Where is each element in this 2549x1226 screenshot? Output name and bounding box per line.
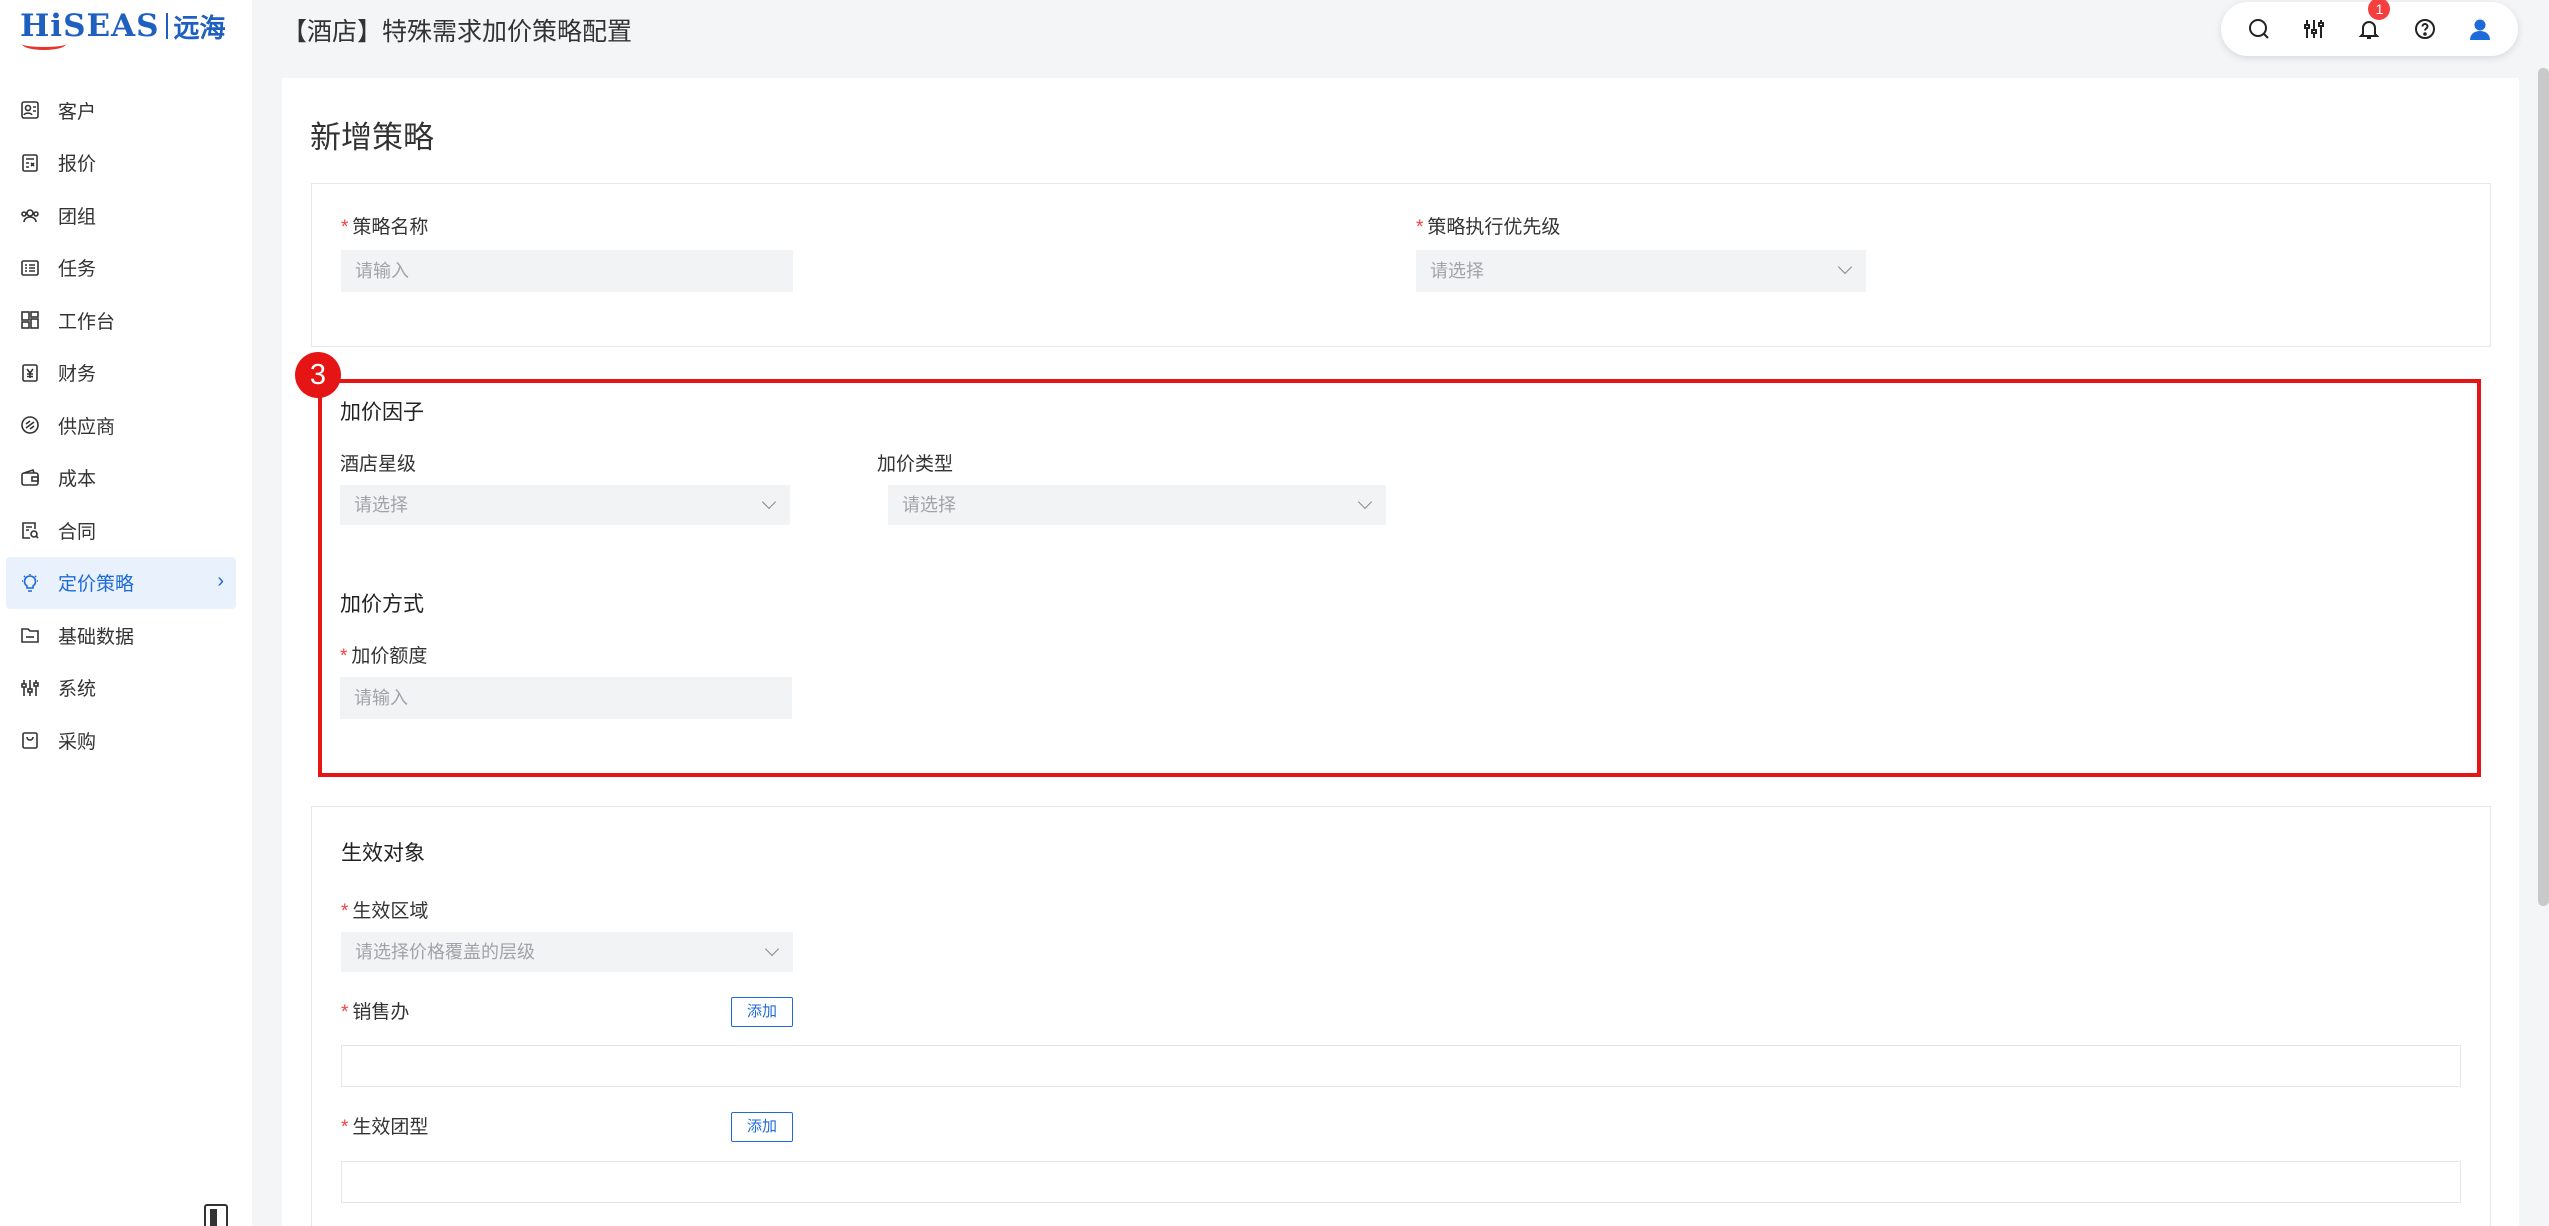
sidebar-item-contract[interactable]: 合同 bbox=[6, 504, 236, 556]
logo-cn-text: 远海 bbox=[173, 13, 226, 44]
sidebar-item-supplier[interactable]: 供应商 bbox=[6, 399, 236, 451]
avatar[interactable] bbox=[2463, 12, 2497, 46]
help-icon[interactable] bbox=[2408, 12, 2442, 46]
annotation-number-badge: 3 bbox=[295, 352, 341, 398]
finance-icon bbox=[20, 363, 40, 383]
sidebar-item-label: 团组 bbox=[58, 206, 97, 228]
folder-icon bbox=[20, 625, 40, 645]
sidebar-item-label: 系统 bbox=[58, 679, 97, 700]
sidebar-item-label: 供应商 bbox=[58, 416, 116, 438]
sidebar-item-label: 采购 bbox=[58, 731, 97, 753]
sidebar-item-quote[interactable]: 报价 bbox=[6, 137, 236, 189]
app-logo[interactable]: HiSEAS 远海 bbox=[20, 6, 226, 50]
group-type-label: * 生效团型 bbox=[341, 1117, 429, 1138]
sidebar-menu: 客户 报价 团组 任务 工作台 财务 供应商 成本 合同 定价策略 › 基础数据… bbox=[6, 84, 236, 767]
strategy-name-input[interactable]: 请输入 bbox=[341, 250, 793, 292]
page-scrollbar[interactable] bbox=[2538, 68, 2549, 906]
group-icon bbox=[20, 205, 40, 225]
sidebar-item-label: 客户 bbox=[58, 101, 97, 123]
logo-divider bbox=[165, 13, 168, 39]
strategy-name-label: * 策略名称 bbox=[341, 217, 429, 238]
priority-label: * 策略执行优先级 bbox=[1416, 217, 1561, 238]
settings-sliders-icon bbox=[20, 678, 40, 698]
bell-icon[interactable]: 1 bbox=[2352, 0, 2391, 46]
page-title: 【酒店】特殊需求加价策略配置 bbox=[282, 18, 633, 46]
wallet-icon bbox=[20, 468, 40, 488]
workbench-icon bbox=[20, 310, 40, 330]
sidebar-item-label: 任务 bbox=[58, 259, 97, 280]
region-select[interactable]: 请选择价格覆盖的层级 bbox=[341, 932, 793, 972]
sidebar-item-label: 成本 bbox=[58, 469, 97, 490]
sidebar-collapse-icon[interactable] bbox=[204, 1204, 228, 1226]
sales-office-label: * 销售办 bbox=[341, 1002, 410, 1023]
customer-icon bbox=[20, 100, 40, 120]
add-sales-office-button[interactable]: 添加 bbox=[731, 997, 793, 1027]
sidebar-item-label: 财务 bbox=[58, 364, 97, 385]
group-type-list[interactable] bbox=[341, 1161, 2461, 1203]
chevron-down-icon bbox=[1837, 259, 1853, 275]
logo-swoosh bbox=[22, 38, 66, 50]
sidebar-item-cost[interactable]: 成本 bbox=[6, 452, 236, 504]
sales-office-list[interactable] bbox=[341, 1045, 2461, 1087]
sidebar-item-purchase[interactable]: 采购 bbox=[6, 714, 236, 766]
contract-icon bbox=[20, 520, 40, 540]
sidebar-item-system[interactable]: 系统 bbox=[6, 662, 236, 714]
bulb-icon bbox=[20, 573, 40, 593]
annotation-highlight-box bbox=[318, 379, 2481, 777]
notification-badge: 1 bbox=[2368, 0, 2391, 20]
sidebar-item-label: 定价策略 bbox=[58, 574, 135, 595]
sidebar-item-base-data[interactable]: 基础数据 bbox=[6, 609, 236, 661]
sidebar-item-group[interactable]: 团组 bbox=[6, 189, 236, 241]
priority-select[interactable]: 请选择 bbox=[1416, 250, 1866, 292]
sidebar-item-workbench[interactable]: 工作台 bbox=[6, 294, 236, 346]
quote-icon bbox=[20, 153, 40, 173]
supplier-icon bbox=[20, 415, 40, 435]
header-toolbar: 1 bbox=[2221, 0, 2518, 56]
form-title: 新增策略 bbox=[310, 120, 434, 155]
target-section-title: 生效对象 bbox=[341, 842, 425, 865]
add-group-type-button[interactable]: 添加 bbox=[731, 1112, 793, 1142]
region-label: * 生效区域 bbox=[341, 901, 429, 922]
chevron-right-icon: › bbox=[217, 569, 224, 592]
sidebar-item-label: 合同 bbox=[58, 521, 97, 543]
sidebar-item-finance[interactable]: 财务 bbox=[6, 347, 236, 399]
search-icon[interactable] bbox=[2242, 12, 2276, 46]
sidebar-item-task[interactable]: 任务 bbox=[6, 242, 236, 294]
sidebar-item-label: 报价 bbox=[58, 154, 97, 175]
sidebar-item-customer[interactable]: 客户 bbox=[6, 84, 236, 136]
logo-text: HiSEAS bbox=[20, 8, 160, 50]
basic-info-section: * 策略名称 请输入 * 策略执行优先级 请选择 bbox=[311, 183, 2491, 347]
sidebar: HiSEAS 远海 客户 报价 团组 任务 工作台 财务 供应商 成本 合同 定… bbox=[0, 0, 252, 1226]
bag-icon bbox=[20, 730, 40, 750]
chevron-down-icon bbox=[764, 941, 780, 957]
task-icon bbox=[20, 258, 40, 278]
sidebar-item-label: 工作台 bbox=[58, 311, 116, 333]
sidebar-item-label: 基础数据 bbox=[58, 626, 135, 648]
settings-sliders-icon[interactable] bbox=[2297, 12, 2331, 46]
effective-target-section: 生效对象 * 生效区域 请选择价格覆盖的层级 * 销售办 添加 * 生效团型 添加 bbox=[311, 806, 2491, 1226]
sidebar-item-pricing-strategy[interactable]: 定价策略 › bbox=[6, 556, 236, 609]
